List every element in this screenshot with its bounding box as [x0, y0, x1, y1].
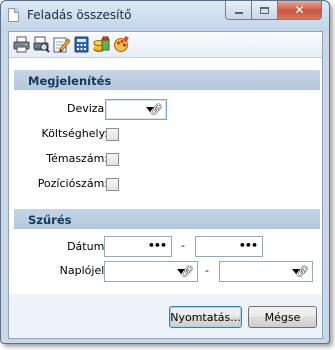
- paperclip-icon[interactable]: 🔗︎: [149, 103, 163, 116]
- date-picker-icon[interactable]: •••: [148, 239, 167, 252]
- journal-separator: -: [205, 264, 209, 277]
- section-header-filter: Szűrés: [14, 209, 320, 229]
- title-bar[interactable]: Feladás összesítő ✕: [1, 1, 329, 31]
- position-checkbox[interactable]: [106, 178, 119, 191]
- minimize-icon: [234, 12, 243, 14]
- cancel-button[interactable]: Mégse: [248, 306, 317, 328]
- print-preview-icon[interactable]: [33, 36, 50, 53]
- edit-icon[interactable]: [53, 36, 70, 53]
- button-bar: Nyomtatás... Mégse: [9, 294, 322, 338]
- cost-center-checkbox[interactable]: [106, 128, 119, 141]
- document-icon: [8, 8, 19, 22]
- date-from-field[interactable]: •••: [104, 236, 172, 257]
- currency-combo[interactable]: 🔗︎: [105, 99, 167, 120]
- palette-icon[interactable]: [113, 36, 130, 53]
- subject-checkbox[interactable]: [106, 153, 119, 166]
- stack-icon[interactable]: [93, 36, 110, 53]
- date-label: Dátum:: [67, 240, 108, 253]
- date-to-field[interactable]: •••: [195, 236, 263, 257]
- caption-buttons: ✕: [225, 1, 322, 21]
- close-button[interactable]: ✕: [278, 1, 322, 20]
- toolbar: [9, 32, 322, 58]
- journal-from-combo[interactable]: 🔗︎: [104, 261, 198, 282]
- close-icon: ✕: [294, 3, 305, 17]
- print-icon[interactable]: [13, 36, 30, 53]
- subject-label: Témaszám:: [46, 152, 108, 165]
- print-button[interactable]: Nyomtatás...: [169, 306, 242, 328]
- cost-center-label: Költséghely:: [41, 127, 108, 140]
- section-header-display: Megjelenítés: [14, 70, 320, 90]
- journal-label: Naplójel:: [59, 264, 108, 277]
- dialog-client-area: Megjelenítés Deviza: 🔗︎ Költséghely: Tém…: [8, 31, 323, 339]
- date-separator: -: [181, 239, 185, 252]
- minimize-button[interactable]: [225, 1, 252, 20]
- window-title: Feladás összesítő: [27, 8, 132, 22]
- maximize-icon: [260, 6, 269, 14]
- options-panel: Megjelenítés Deviza: 🔗︎ Költséghely: Tém…: [9, 58, 322, 294]
- journal-to-combo[interactable]: 🔗︎: [219, 261, 313, 282]
- paperclip-icon[interactable]: 🔗︎: [180, 265, 194, 278]
- position-label: Pozíciószám:: [37, 177, 108, 190]
- calculator-icon[interactable]: [73, 36, 90, 53]
- paperclip-icon[interactable]: 🔗︎: [295, 265, 309, 278]
- currency-label: Deviza:: [66, 102, 108, 115]
- date-picker-icon[interactable]: •••: [239, 239, 258, 252]
- dialog-window: Feladás összesítő ✕ Megjelenítés Deviza:…: [0, 0, 330, 344]
- maximize-button[interactable]: [252, 1, 278, 20]
